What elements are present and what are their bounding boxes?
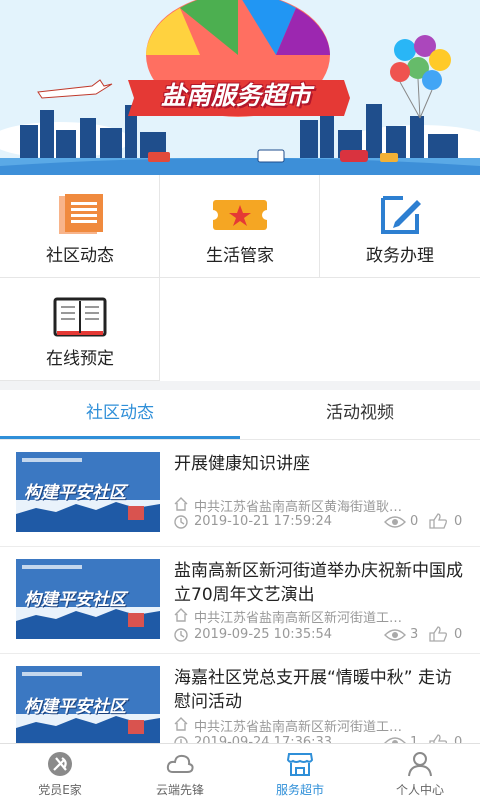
home-icon bbox=[174, 497, 188, 511]
nav-label: 服务超市 bbox=[275, 783, 324, 797]
news-title: 开展健康知识讲座 bbox=[174, 454, 310, 474]
menu-item-label: 政务办理 bbox=[366, 246, 434, 266]
view-count: 1 bbox=[410, 735, 419, 743]
menu-item-life-butler[interactable]: 生活管家 bbox=[160, 175, 320, 278]
news-title: 盐南高新区新河街道举办庆祝新中国成立70周年文艺演出 bbox=[174, 561, 463, 605]
eye-icon bbox=[384, 629, 406, 641]
active-tab-indicator bbox=[0, 436, 240, 439]
view-count: 0 bbox=[410, 514, 419, 529]
publish-time: 2019-10-21 17:59:24 bbox=[194, 514, 333, 529]
news-thumbnail: 构建平安社区 bbox=[16, 452, 160, 532]
service-banner[interactable]: 盐南服务超市 bbox=[0, 0, 480, 175]
news-title: 海嘉社区党总支开展“情暖中秋” 走访慰问活动 bbox=[174, 668, 453, 712]
like-count: 0 bbox=[454, 735, 463, 743]
thumbs-up-icon[interactable] bbox=[428, 734, 448, 743]
menu-item-label: 社区动态 bbox=[46, 246, 114, 266]
menu-item-community-news[interactable]: 社区动态 bbox=[0, 175, 160, 278]
news-item[interactable]: 构建平安社区 海嘉社区党总支开展“情暖中秋” 走访慰问活动 中共江苏省盐南高新区… bbox=[0, 654, 480, 743]
menu-item-label: 生活管家 bbox=[206, 246, 274, 266]
menu-item-online-booking[interactable]: 在线预定 bbox=[0, 278, 160, 381]
eye-icon bbox=[384, 737, 406, 743]
thumbnail-text: 构建平安社区 bbox=[24, 590, 126, 610]
tab-community-news[interactable]: 社区动态 bbox=[0, 390, 240, 440]
news-meta: 2019-09-24 17:36:33 1 0 bbox=[174, 734, 466, 743]
home-icon bbox=[174, 608, 188, 622]
eye-icon bbox=[384, 516, 406, 528]
clock-icon bbox=[174, 736, 188, 743]
party-emblem-icon bbox=[48, 752, 72, 776]
organization-name: 中共江苏省盐南高新区新河街道工… bbox=[194, 611, 403, 626]
nav-personal-center[interactable]: 个人中心 bbox=[360, 744, 480, 800]
thumbnail-text: 构建平安社区 bbox=[24, 483, 126, 503]
news-meta: 2019-09-25 10:35:54 3 0 bbox=[174, 626, 466, 643]
person-icon bbox=[408, 752, 432, 777]
clock-icon bbox=[174, 628, 188, 642]
nav-cloud-pioneer[interactable]: 云端先锋 bbox=[120, 744, 240, 800]
service-menu: 社区动态 生活管家 政务办理 在线预定 bbox=[0, 175, 480, 381]
publish-time: 2019-09-24 17:36:33 bbox=[194, 735, 333, 743]
nav-label: 个人中心 bbox=[395, 783, 444, 797]
news-item[interactable]: 构建平安社区 盐南高新区新河街道举办庆祝新中国成立70周年文艺演出 中共江苏省盐… bbox=[0, 547, 480, 654]
news-icon bbox=[59, 194, 103, 234]
cloud-icon bbox=[166, 754, 194, 773]
news-thumbnail: 构建平安社区 bbox=[16, 666, 160, 743]
ticket-icon bbox=[213, 200, 267, 230]
news-item[interactable]: 构建平安社区 开展健康知识讲座 中共江苏省盐南高新区黄海街道耿… 2019-10… bbox=[0, 440, 480, 547]
organization-name: 中共江苏省盐南高新区黄海街道耿… bbox=[194, 500, 403, 515]
banner-title: 盐南服务超市 bbox=[160, 81, 311, 110]
tab-activity-video[interactable]: 活动视频 bbox=[240, 390, 480, 440]
nav-label: 云端先锋 bbox=[155, 783, 204, 797]
edit-icon bbox=[381, 196, 421, 234]
thumbs-up-icon[interactable] bbox=[428, 626, 448, 642]
nav-party-home[interactable]: 党员E家 bbox=[0, 744, 120, 800]
menu-item-government-affairs[interactable]: 政务办理 bbox=[320, 175, 480, 278]
nav-label: 党员E家 bbox=[38, 783, 82, 797]
like-count: 0 bbox=[454, 514, 463, 529]
clock-icon bbox=[174, 515, 188, 529]
news-list: 构建平安社区 开展健康知识讲座 中共江苏省盐南高新区黄海街道耿… 2019-10… bbox=[0, 440, 480, 743]
news-meta: 2019-10-21 17:59:24 0 0 bbox=[174, 513, 466, 530]
thumbs-up-icon[interactable] bbox=[428, 513, 448, 529]
nav-service-store[interactable]: 服务超市 bbox=[240, 744, 360, 800]
bottom-navigation: 党员E家 云端先锋 服务超市 个人中心 bbox=[0, 743, 480, 800]
home-icon bbox=[174, 717, 188, 731]
content-tabs: 社区动态 活动视频 bbox=[0, 390, 480, 440]
news-thumbnail: 构建平安社区 bbox=[16, 559, 160, 639]
like-count: 0 bbox=[454, 627, 463, 642]
book-icon bbox=[53, 297, 107, 337]
store-icon bbox=[286, 753, 314, 776]
organization-name: 中共江苏省盐南高新区新河街道工… bbox=[194, 720, 403, 735]
view-count: 3 bbox=[410, 627, 419, 642]
thumbnail-text: 构建平安社区 bbox=[24, 697, 126, 717]
publish-time: 2019-09-25 10:35:54 bbox=[194, 627, 333, 642]
menu-item-label: 在线预定 bbox=[46, 349, 114, 369]
